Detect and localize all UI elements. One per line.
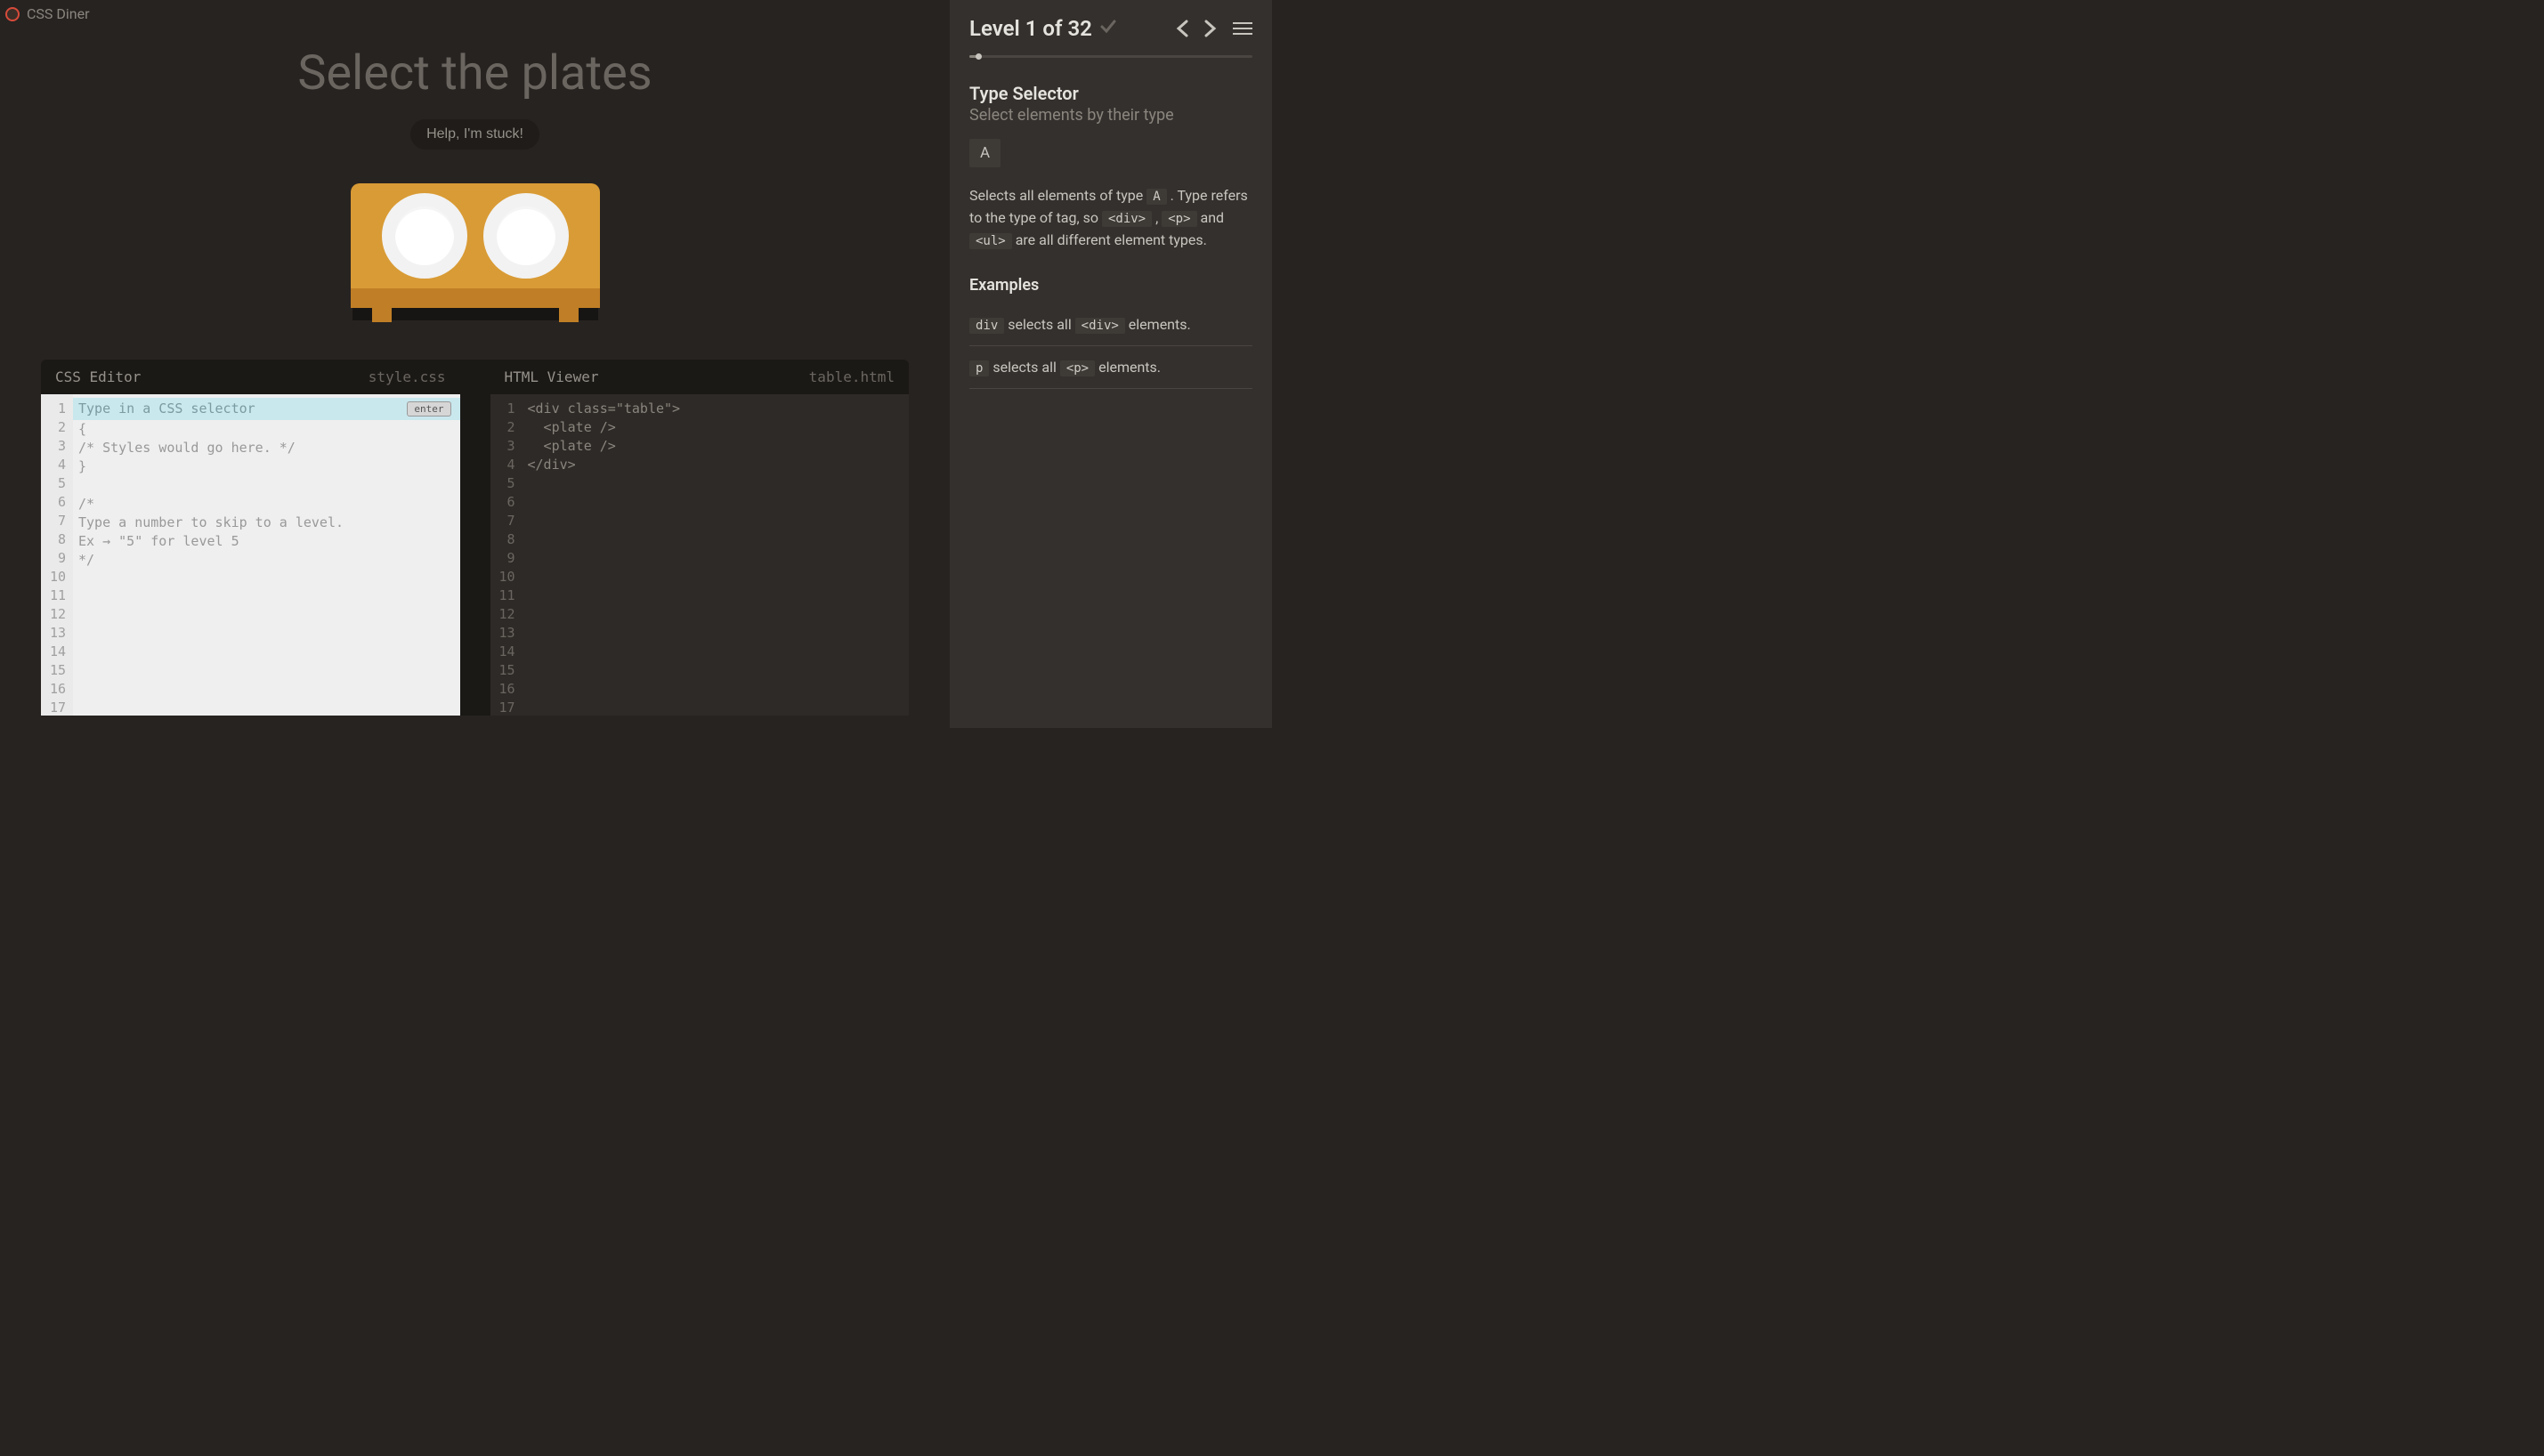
editor-divider: [460, 360, 490, 716]
html-pane-header: HTML Viewer table.html: [490, 360, 910, 394]
level-row: Level 1 of 32: [969, 16, 1252, 41]
help-text-part: and: [1197, 209, 1225, 226]
table-leg: [559, 308, 579, 322]
css-pane-title: CSS Editor: [55, 368, 141, 385]
css-body: 1234567891011121314151617 Type in a CSS …: [41, 394, 460, 716]
example-text: elements.: [1095, 359, 1161, 376]
code-chip: <ul>: [969, 233, 1012, 249]
sidebar: Level 1 of 32 Type Selector Select eleme…: [950, 0, 1272, 728]
prev-level-icon[interactable]: [1176, 20, 1188, 37]
example-text: selects all: [989, 359, 1059, 376]
help-text-part: ,: [1152, 209, 1162, 226]
css-gutter: 1234567891011121314151617: [41, 394, 73, 716]
selector-name: Type Selector: [969, 83, 1252, 104]
help-button[interactable]: Help, I'm stuck!: [410, 119, 539, 150]
level-text: Level 1 of 32: [969, 16, 1092, 41]
main-area: Select the plates Help, I'm stuck! CSS E…: [0, 22, 950, 716]
plate[interactable]: [382, 193, 467, 279]
example-text: selects all: [1004, 316, 1074, 333]
css-file-name: style.css: [369, 368, 446, 385]
order-title: Select the plates: [0, 45, 950, 101]
table-edge: [351, 288, 600, 308]
help-text-part: Selects all elements of type: [969, 187, 1146, 204]
level-nav: [1176, 19, 1252, 38]
selector-subtitle: Select elements by their type: [969, 106, 1252, 125]
selector-help: Selects all elements of type A . Type re…: [969, 185, 1252, 251]
check-icon: [1099, 16, 1117, 41]
html-pane-title: HTML Viewer: [505, 368, 599, 385]
examples-heading: Examples: [969, 276, 1252, 295]
progress-bar: [969, 55, 1252, 58]
code-chip: div: [969, 318, 1004, 334]
code-chip: <div>: [1102, 211, 1152, 227]
example-row: p selects all <p> elements.: [969, 346, 1252, 389]
html-gutter: 1234567891011121314151617: [490, 394, 523, 716]
logo-area[interactable]: CSS Diner: [5, 5, 90, 22]
example-text: elements.: [1125, 316, 1191, 333]
code-chip: <p>: [1162, 211, 1196, 227]
plate[interactable]: [483, 193, 569, 279]
app-title: CSS Diner: [27, 5, 90, 22]
editor-area: CSS Editor style.css 1234567891011121314…: [41, 360, 909, 716]
html-file-name: table.html: [809, 368, 895, 385]
progress-dot: [976, 53, 982, 60]
help-text-part: are all different element types.: [1012, 231, 1207, 248]
code-chip: <div>: [1075, 318, 1125, 334]
code-chip: p: [969, 360, 989, 376]
example-row: div selects all <div> elements.: [969, 303, 1252, 346]
html-viewer-pane: HTML Viewer table.html 12345678910111213…: [490, 360, 910, 716]
table-wrapper: [351, 183, 600, 322]
menu-icon[interactable]: [1233, 19, 1252, 38]
table-surface: [351, 183, 600, 288]
css-pane-header: CSS Editor style.css: [41, 360, 460, 394]
level-indicator[interactable]: Level 1 of 32: [969, 16, 1117, 41]
logo-icon: [5, 7, 20, 21]
table-leg: [372, 308, 392, 322]
css-editor-pane: CSS Editor style.css 1234567891011121314…: [41, 360, 460, 716]
enter-button[interactable]: enter: [407, 401, 450, 417]
syntax-box: A: [969, 139, 1001, 167]
html-body: 1234567891011121314151617 <div class="ta…: [490, 394, 910, 716]
examples-list: div selects all <div> elements.p selects…: [969, 303, 1252, 389]
html-code: <div class="table"> <plate /> <plate /><…: [523, 394, 910, 716]
css-code[interactable]: Type in a CSS selector{/* Styles would g…: [73, 394, 460, 716]
code-chip: A: [1146, 189, 1166, 205]
code-chip: <p>: [1060, 360, 1095, 376]
game-table: [0, 183, 950, 322]
next-level-icon[interactable]: [1204, 20, 1217, 37]
table-legs: [351, 308, 600, 322]
